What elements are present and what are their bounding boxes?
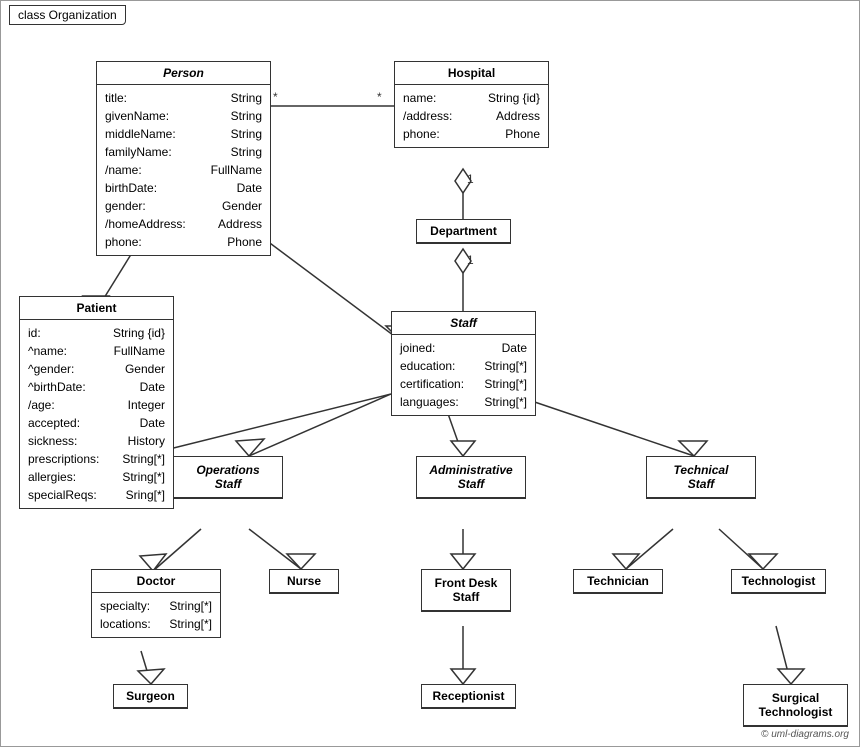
- class-doctor: Doctor specialty:String[*] locations:Str…: [91, 569, 221, 638]
- class-surgical-technologist-header: SurgicalTechnologist: [744, 685, 847, 726]
- svg-text:1: 1: [467, 172, 474, 186]
- class-receptionist: Receptionist: [421, 684, 516, 709]
- class-hospital-body: name:String {id} /address:Address phone:…: [395, 85, 548, 147]
- class-doctor-body: specialty:String[*] locations:String[*]: [92, 593, 220, 637]
- class-department-header: Department: [417, 220, 510, 243]
- class-technologist-header: Technologist: [732, 570, 825, 593]
- class-surgical-technologist: SurgicalTechnologist: [743, 684, 848, 727]
- class-nurse-header: Nurse: [270, 570, 338, 593]
- class-operations-staff: OperationsStaff: [173, 456, 283, 499]
- svg-text:*: *: [377, 90, 382, 104]
- class-person: Person title:String givenName:String mid…: [96, 61, 271, 256]
- class-receptionist-header: Receptionist: [422, 685, 515, 708]
- class-technical-staff: TechnicalStaff: [646, 456, 756, 499]
- class-technologist: Technologist: [731, 569, 826, 594]
- class-doctor-header: Doctor: [92, 570, 220, 593]
- class-front-desk-staff: Front DeskStaff: [421, 569, 511, 612]
- class-administrative-staff-header: AdministrativeStaff: [417, 457, 525, 498]
- diagram-title: class Organization: [9, 5, 126, 25]
- svg-text:*: *: [273, 90, 278, 104]
- class-patient-body: id:String {id} ^name:FullName ^gender:Ge…: [20, 320, 173, 508]
- class-person-body: title:String givenName:String middleName…: [97, 85, 270, 255]
- class-person-header: Person: [97, 62, 270, 85]
- copyright: © uml-diagrams.org: [761, 729, 849, 740]
- class-nurse: Nurse: [269, 569, 339, 594]
- class-surgeon-header: Surgeon: [114, 685, 187, 708]
- class-patient: Patient id:String {id} ^name:FullName ^g…: [19, 296, 174, 509]
- class-hospital-header: Hospital: [395, 62, 548, 85]
- class-technical-staff-header: TechnicalStaff: [647, 457, 755, 498]
- class-administrative-staff: AdministrativeStaff: [416, 456, 526, 499]
- class-patient-header: Patient: [20, 297, 173, 320]
- diagram-container: class Organization * * 1 * 1 *: [0, 0, 860, 747]
- class-technician-header: Technician: [574, 570, 662, 593]
- class-staff: Staff joined:Date education:String[*] ce…: [391, 311, 536, 416]
- svg-text:1: 1: [467, 253, 474, 267]
- class-technician: Technician: [573, 569, 663, 594]
- class-front-desk-staff-header: Front DeskStaff: [422, 570, 510, 611]
- class-staff-body: joined:Date education:String[*] certific…: [392, 335, 535, 415]
- class-surgeon: Surgeon: [113, 684, 188, 709]
- class-operations-staff-header: OperationsStaff: [174, 457, 282, 498]
- class-staff-header: Staff: [392, 312, 535, 335]
- class-hospital: Hospital name:String {id} /address:Addre…: [394, 61, 549, 148]
- class-department: Department: [416, 219, 511, 244]
